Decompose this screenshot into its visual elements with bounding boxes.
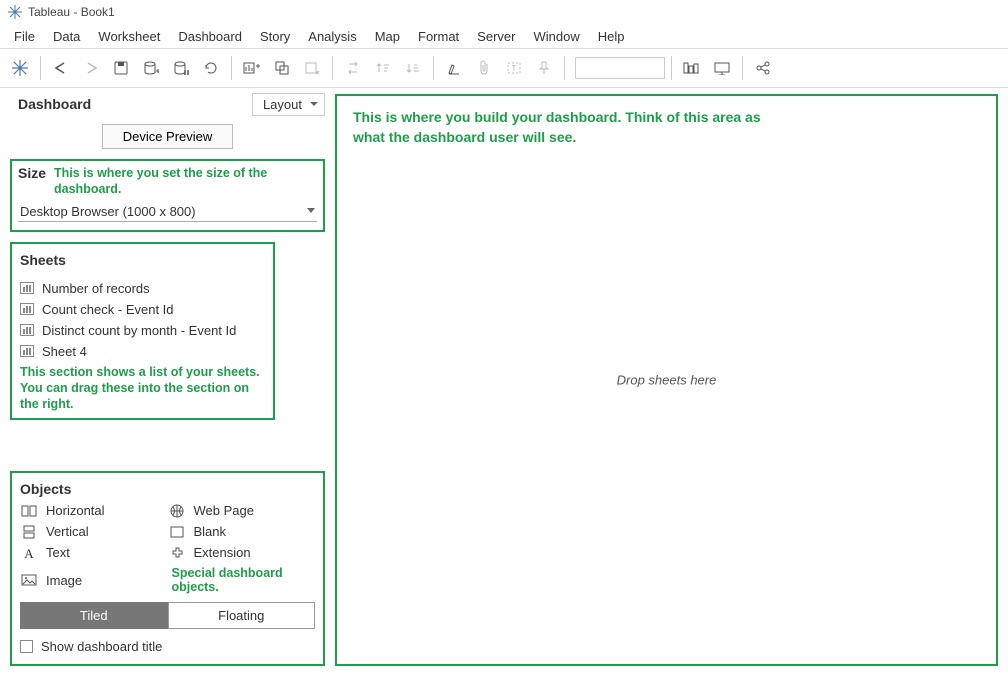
- object-extension[interactable]: Extension: [168, 545, 316, 560]
- size-dropdown[interactable]: Desktop Browser (1000 x 800): [18, 202, 317, 222]
- toolbar: T: [0, 48, 1008, 88]
- object-image[interactable]: Image: [20, 566, 168, 594]
- object-vertical[interactable]: Vertical: [20, 524, 168, 539]
- fit-dropdown[interactable]: [575, 57, 665, 79]
- tab-dashboard[interactable]: Dashboard: [10, 92, 99, 116]
- menu-file[interactable]: File: [6, 27, 43, 46]
- text-icon[interactable]: T: [500, 54, 528, 82]
- pin-icon[interactable]: [530, 54, 558, 82]
- duplicate-icon[interactable]: [268, 54, 296, 82]
- show-me-icon[interactable]: [678, 54, 706, 82]
- object-blank[interactable]: Blank: [168, 524, 316, 539]
- attach-icon[interactable]: [470, 54, 498, 82]
- objects-section: Objects Horizontal Web Page Vertical Bla…: [10, 471, 325, 666]
- object-webpage[interactable]: Web Page: [168, 503, 316, 518]
- sheet-item[interactable]: Count check - Event Id: [20, 299, 265, 320]
- tiled-floating-toggle: Tiled Floating: [20, 602, 315, 629]
- menu-data[interactable]: Data: [45, 27, 88, 46]
- floating-button[interactable]: Floating: [168, 602, 316, 629]
- worksheet-icon: [20, 303, 34, 315]
- canvas-annotation: This is where you build your dashboard. …: [353, 108, 793, 147]
- presentation-icon[interactable]: [708, 54, 736, 82]
- dashboard-sidebar: Dashboard Layout Device Preview Size Thi…: [0, 88, 335, 676]
- layout-dropdown[interactable]: Layout: [252, 93, 325, 116]
- menu-map[interactable]: Map: [367, 27, 408, 46]
- objects-label: Objects: [20, 481, 315, 497]
- share-icon[interactable]: [749, 54, 777, 82]
- show-title-label: Show dashboard title: [41, 639, 162, 654]
- vertical-icon: [20, 525, 38, 539]
- window-title: Tableau - Book1: [28, 5, 115, 19]
- tableau-logo-icon: [8, 5, 22, 19]
- sheet-item[interactable]: Number of records: [20, 278, 265, 299]
- size-section: Size This is where you set the size of t…: [10, 159, 325, 232]
- svg-text:T: T: [512, 64, 517, 73]
- sheet-item[interactable]: Sheet 4: [20, 341, 265, 362]
- drop-placeholder: Drop sheets here: [337, 373, 996, 388]
- sheet-item[interactable]: Distinct count by month - Event Id: [20, 320, 265, 341]
- highlight-icon[interactable]: [440, 54, 468, 82]
- text-a-icon: A: [20, 546, 38, 560]
- size-annotation: This is where you set the size of the da…: [54, 165, 317, 198]
- new-data-icon[interactable]: [137, 54, 165, 82]
- sheets-section: Sheets Number of records Count check - E…: [10, 242, 275, 421]
- menu-story[interactable]: Story: [252, 27, 298, 46]
- dashboard-canvas[interactable]: This is where you build your dashboard. …: [335, 94, 998, 666]
- horizontal-icon: [20, 504, 38, 518]
- worksheet-icon: [20, 345, 34, 357]
- refresh-icon[interactable]: [197, 54, 225, 82]
- blank-icon: [168, 525, 186, 539]
- menu-worksheet[interactable]: Worksheet: [90, 27, 168, 46]
- titlebar: Tableau - Book1: [0, 0, 1008, 24]
- menu-dashboard[interactable]: Dashboard: [170, 27, 250, 46]
- objects-annotation: Special dashboard objects.: [168, 566, 316, 594]
- swap-icon[interactable]: [339, 54, 367, 82]
- object-horizontal[interactable]: Horizontal: [20, 503, 168, 518]
- globe-icon: [168, 504, 186, 518]
- back-icon[interactable]: [47, 54, 75, 82]
- sort-desc-icon[interactable]: [399, 54, 427, 82]
- checkbox-icon[interactable]: [20, 640, 33, 653]
- worksheet-icon: [20, 324, 34, 336]
- svg-text:A: A: [24, 546, 34, 560]
- menu-window[interactable]: Window: [525, 27, 587, 46]
- menubar: File Data Worksheet Dashboard Story Anal…: [0, 24, 1008, 48]
- object-text[interactable]: AText: [20, 545, 168, 560]
- forward-icon[interactable]: [77, 54, 105, 82]
- new-worksheet-icon[interactable]: [238, 54, 266, 82]
- device-preview-button[interactable]: Device Preview: [102, 124, 234, 149]
- sort-asc-icon[interactable]: [369, 54, 397, 82]
- sheets-label: Sheets: [20, 252, 265, 268]
- save-icon[interactable]: [107, 54, 135, 82]
- worksheet-icon: [20, 282, 34, 294]
- tiled-button[interactable]: Tiled: [20, 602, 168, 629]
- menu-server[interactable]: Server: [469, 27, 523, 46]
- sheets-annotation: This section shows a list of your sheets…: [20, 364, 265, 413]
- image-icon: [20, 573, 38, 587]
- clear-icon[interactable]: [298, 54, 326, 82]
- size-label: Size: [18, 165, 46, 181]
- tableau-icon[interactable]: [6, 54, 34, 82]
- extension-icon: [168, 546, 186, 560]
- menu-help[interactable]: Help: [590, 27, 633, 46]
- menu-format[interactable]: Format: [410, 27, 467, 46]
- show-dashboard-title-row[interactable]: Show dashboard title: [20, 639, 315, 654]
- menu-analysis[interactable]: Analysis: [300, 27, 364, 46]
- pause-data-icon[interactable]: [167, 54, 195, 82]
